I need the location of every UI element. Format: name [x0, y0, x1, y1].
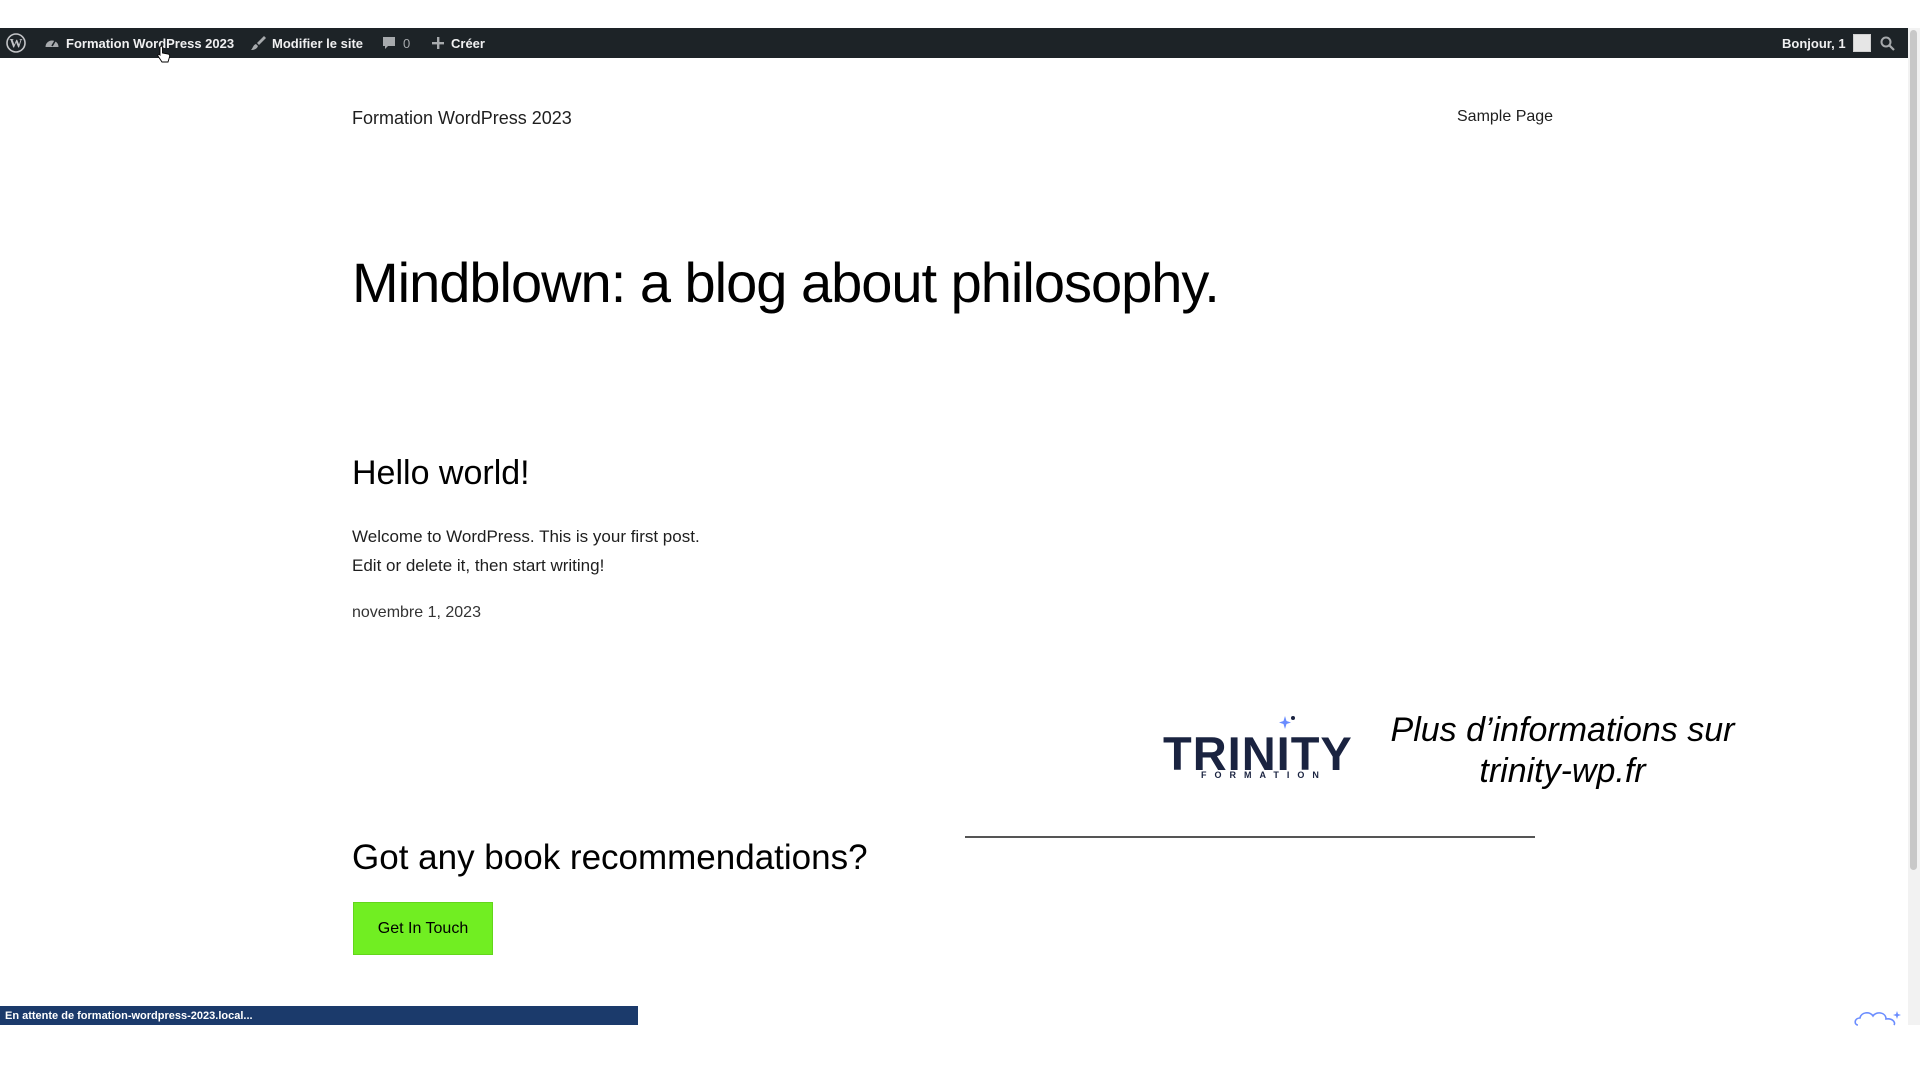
edit-site-link[interactable]: Modifier le site [250, 28, 363, 58]
bottom-margin [0, 1025, 1920, 1080]
get-in-touch-button[interactable]: Get In Touch [353, 902, 493, 955]
dashboard-gauge-icon [44, 35, 60, 51]
new-content-label: Créer [451, 35, 485, 51]
promo-text: Plus d’informations sur trinity-wp.fr [1370, 710, 1755, 792]
avatar [1852, 34, 1871, 52]
hero-heading: Mindblown: a blog about philosophy. [352, 251, 1220, 314]
cloud-icon [1852, 1008, 1902, 1031]
site-name-menu[interactable]: Formation WordPress 2023 [44, 28, 234, 58]
post-excerpt: Welcome to WordPress. This is your first… [352, 522, 700, 580]
search-icon [1880, 36, 1895, 51]
browser-status-bar: En attente de formation-wordpress-2023.l… [0, 1006, 638, 1025]
post-excerpt-line: Edit or delete it, then start writing! [352, 556, 605, 575]
site-name-label: Formation WordPress 2023 [66, 35, 235, 51]
post-title-link[interactable]: Hello world! [352, 454, 530, 493]
post-excerpt-line: Welcome to WordPress. This is your first… [352, 527, 700, 546]
comment-bubble-icon [381, 35, 397, 51]
wp-logo-menu[interactable]: W [6, 28, 32, 58]
nav-item-sample-page[interactable]: Sample Page [1457, 108, 1553, 126]
promo-line: Plus d’informations sur [1390, 711, 1735, 749]
comments-count: 0 [403, 35, 411, 51]
post-date[interactable]: novembre 1, 2023 [352, 604, 481, 622]
trinity-subtitle: FORMATION [1201, 770, 1327, 780]
comments-link[interactable]: 0 [381, 28, 410, 58]
wordpress-logo-icon: W [6, 33, 26, 53]
trinity-logo: TRINITY FORMATION [1163, 714, 1359, 784]
book-recommendations-heading: Got any book recommendations? [352, 838, 868, 877]
site-title-link[interactable]: Formation WordPress 2023 [352, 108, 572, 129]
edit-site-label: Modifier le site [272, 35, 364, 51]
separator-line [965, 836, 1535, 838]
greeting-label: Bonjour, 1 [1782, 35, 1846, 51]
search-toggle[interactable] [1880, 28, 1901, 58]
svg-text:W: W [10, 36, 23, 51]
new-content-menu[interactable]: Créer [431, 28, 485, 58]
brush-icon [250, 35, 266, 51]
account-menu[interactable]: Bonjour, 1 [1782, 28, 1871, 58]
browser-viewport: W Formation WordPress 2023 Modifier le s… [0, 0, 1920, 1080]
hand-cursor-icon [157, 45, 171, 68]
scrollbar-thumb[interactable] [1910, 30, 1917, 870]
wp-admin-bar: W Formation WordPress 2023 Modifier le s… [0, 28, 1908, 58]
promo-url: trinity-wp.fr [1479, 752, 1646, 790]
plus-icon [431, 36, 445, 50]
